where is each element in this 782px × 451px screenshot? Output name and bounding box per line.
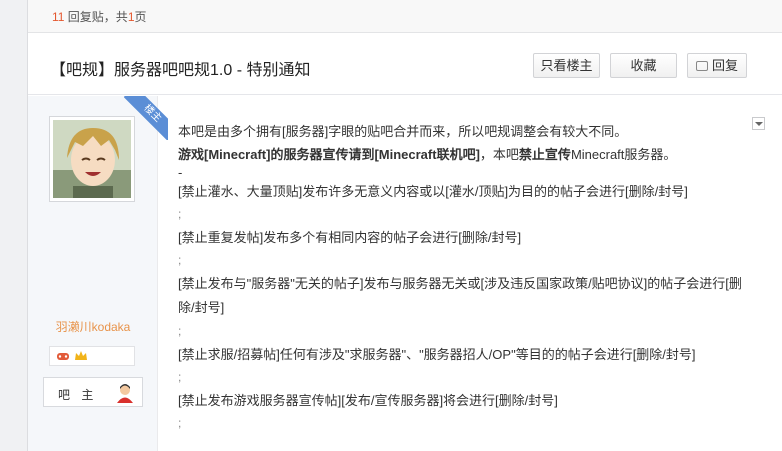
- dash-separator: -: [178, 165, 183, 180]
- view-host-only-button[interactable]: 只看楼主: [533, 53, 600, 78]
- crown-badge-icon[interactable]: [74, 350, 88, 362]
- author-sidebar: 羽濑川kodaka 吧 主: [28, 96, 158, 451]
- semicolon-separator: ;: [178, 324, 182, 338]
- favorite-button[interactable]: 收藏: [610, 53, 677, 78]
- notice-bold-2: 禁止宣传: [518, 147, 571, 162]
- rule-1: [禁止灌水、大量顶贴]发布许多无意义内容或以[灌水/顶贴]为目的的帖子会进行[删…: [178, 184, 688, 199]
- thread-starter-tag: 楼主: [124, 96, 168, 140]
- notice-bold-1: 游戏[Minecraft]的服务器宣传请到[Minecraft联机吧]: [178, 147, 480, 162]
- rule-2: [禁止重复发帖]发布多个有相同内容的帖子会进行[删除/封号]: [178, 230, 522, 245]
- role-label: 吧 主: [58, 388, 98, 402]
- semicolon-separator: ;: [178, 370, 182, 384]
- reply-count-text: 11 回复贴，共1页: [52, 10, 147, 24]
- semicolon-separator: ;: [178, 207, 182, 221]
- thread-title: 【吧规】服务器吧吧规1.0 - 特别通知: [50, 62, 311, 79]
- post-notice-line: 游戏[Minecraft]的服务器宣传请到[Minecraft联机吧]，本吧禁止…: [178, 147, 677, 162]
- rule-4: [禁止求服/招募帖]任何有涉及"求服务器"、"服务器招人/OP"等目的的帖子会进…: [178, 347, 696, 362]
- reply-count-number: 11: [52, 10, 65, 24]
- post-container: 11 回复贴，共1页 【吧规】服务器吧吧规1.0 - 特别通知 只看楼主 收藏 …: [27, 0, 782, 451]
- avatar-image: [53, 120, 131, 198]
- post-intro: 本吧是由多个拥有[服务器]字眼的贴吧合并而来，所以吧规调整会有较大不同。: [178, 124, 628, 139]
- badge-row: [49, 346, 135, 366]
- game-badge-icon[interactable]: [56, 350, 70, 362]
- reply-info-bar: 11 回复贴，共1页: [28, 0, 782, 33]
- avatar[interactable]: [49, 116, 135, 202]
- semicolon-separator: ;: [178, 253, 182, 267]
- post-menu-dropdown[interactable]: [752, 117, 765, 130]
- reply-button[interactable]: 回复: [687, 53, 747, 78]
- bar-owner-avatar-icon: [117, 384, 133, 403]
- thread-title-bar: 【吧规】服务器吧吧规1.0 - 特别通知 只看楼主 收藏 回复: [28, 33, 782, 95]
- username[interactable]: 羽濑川kodaka: [28, 318, 158, 335]
- rule-3: [禁止发布与"服务器"无关的帖子]发布与服务器无关或[涉及违反国家政策/贴吧协议…: [178, 276, 742, 315]
- chevron-down-icon: [755, 122, 763, 126]
- rule-5: [禁止发布游戏服务器宣传帖][发布/宣传服务器]将会进行[删除/封号]: [178, 393, 558, 408]
- page-count-number: 1: [127, 10, 135, 24]
- bar-owner-role[interactable]: 吧 主: [43, 377, 143, 407]
- semicolon-separator: ;: [178, 416, 182, 430]
- reply-icon: [695, 61, 708, 71]
- post-content: 本吧是由多个拥有[服务器]字眼的贴吧合并而来，所以吧规调整会有较大不同。 游戏[…: [178, 120, 748, 435]
